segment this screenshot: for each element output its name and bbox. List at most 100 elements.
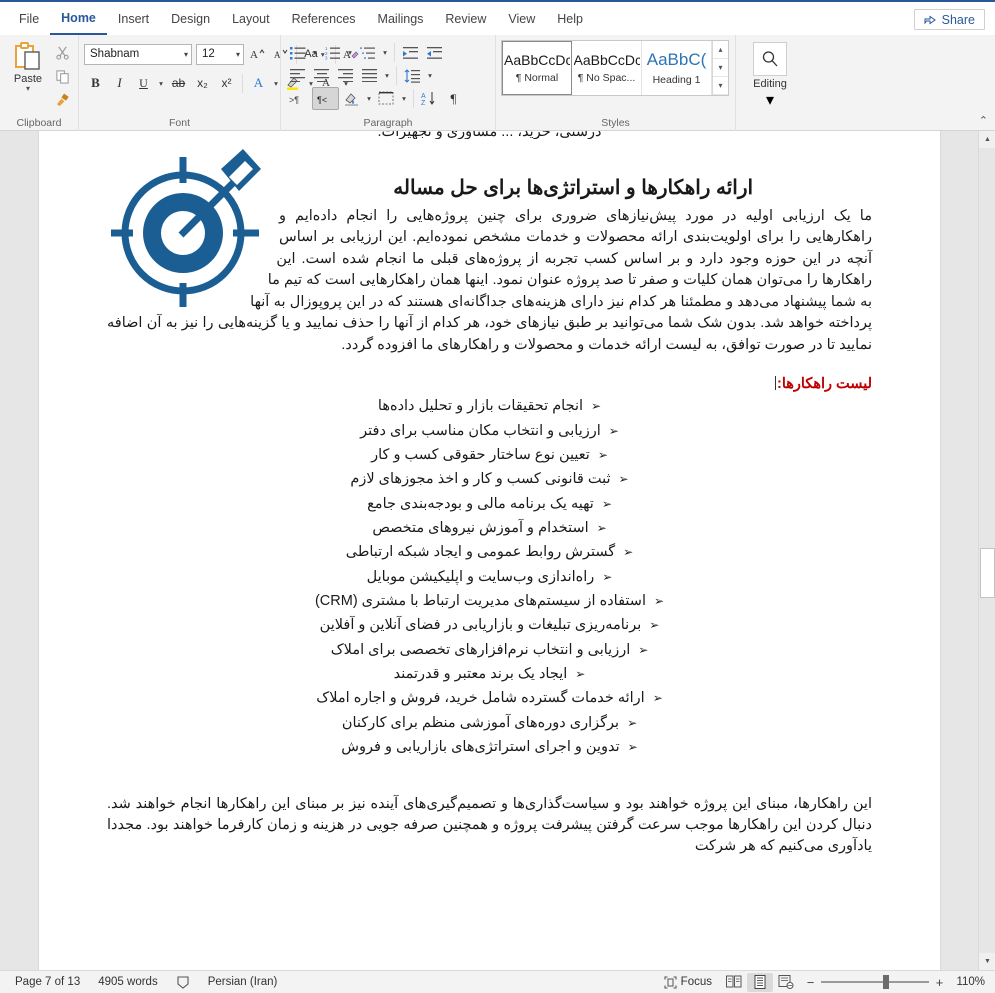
numbering-button[interactable]: 123 xyxy=(321,41,344,64)
bullet-icon: ➢ xyxy=(623,545,634,560)
cut-button[interactable] xyxy=(51,41,73,63)
collapse-ribbon-button[interactable]: ⌃ xyxy=(979,114,988,127)
format-painter-button[interactable] xyxy=(51,89,73,111)
zoom-slider[interactable]: − + xyxy=(799,975,951,990)
share-label: Share xyxy=(941,12,975,27)
tab-references[interactable]: References xyxy=(281,2,367,35)
zoom-thumb[interactable] xyxy=(883,975,889,989)
justify-button[interactable] xyxy=(358,64,381,87)
language-indicator[interactable]: Persian (Iran) xyxy=(199,976,287,988)
list-item: ➢ استفاده از سیستم‌های مدیریت ارتباط با م… xyxy=(107,589,872,613)
align-left-button[interactable] xyxy=(286,64,309,87)
bullet-icon: ➢ xyxy=(608,423,619,438)
svg-text:A: A xyxy=(421,93,426,100)
print-layout-button[interactable] xyxy=(747,972,773,992)
tab-layout[interactable]: Layout xyxy=(221,2,281,35)
read-mode-button[interactable] xyxy=(721,973,747,992)
style-heading-1[interactable]: AaBbC( Heading 1 xyxy=(642,41,712,95)
copy-button[interactable] xyxy=(51,65,73,87)
line-spacing-chevron-down-icon[interactable]: ▾ xyxy=(425,71,435,80)
styles-gallery: AaBbCcDc ¶ Normal AaBbCcDc ¶ No Spac... … xyxy=(501,40,729,96)
strikethrough-button[interactable]: ab xyxy=(167,72,190,95)
list-item: ➢ برگزاری دوره‌های آموزشی منظم برای کارکن… xyxy=(107,711,872,735)
styles-more-button[interactable]: ▾ xyxy=(713,77,728,95)
font-size-combobox[interactable]: 12 ▾ xyxy=(196,43,244,65)
show-formatting-marks-button[interactable]: ¶ xyxy=(442,87,465,110)
zoom-track[interactable] xyxy=(821,975,929,989)
editing-button[interactable]: Editing ▾ xyxy=(741,38,799,110)
text-effects-button[interactable]: A xyxy=(247,72,270,95)
borders-button[interactable] xyxy=(375,87,398,110)
page-indicator[interactable]: Page 7 of 13 xyxy=(6,976,89,988)
svg-text:Z: Z xyxy=(421,100,426,106)
scrollbar-thumb[interactable] xyxy=(980,548,995,598)
scrollbar-track[interactable] xyxy=(979,148,995,953)
subscript-label: x₂ xyxy=(197,76,208,90)
tab-file[interactable]: File xyxy=(8,2,50,35)
style-no-spacing[interactable]: AaBbCcDc ¶ No Spac... xyxy=(572,41,642,95)
increase-indent-button[interactable] xyxy=(423,41,446,64)
tab-home[interactable]: Home xyxy=(50,2,107,35)
web-layout-button[interactable] xyxy=(773,973,799,992)
styles-scroll-up-button[interactable]: ▴ xyxy=(713,41,728,59)
scroll-down-button[interactable]: ▼ xyxy=(979,953,995,970)
bullet-icon: ➢ xyxy=(627,740,638,755)
partial-top-line: درستی، خرید، ... مشاوری و تجهیزات. xyxy=(377,131,602,139)
borders-chevron-down-icon[interactable]: ▾ xyxy=(399,94,409,103)
list-item-text: استخدام و آموزش نیروهای متخصص xyxy=(372,519,589,536)
list-item-text: راه‌اندازی وب‌سایت و اپلیکیشن موبایل xyxy=(366,568,595,585)
vertical-scrollbar[interactable]: ▲ ▼ xyxy=(978,131,995,970)
chevron-down-icon[interactable]: ▾ xyxy=(26,85,30,93)
document-area[interactable]: درستی، خرید، ... مشاوری و تجهیزات. ارائه… xyxy=(0,131,995,970)
numbering-chevron-down-icon[interactable]: ▾ xyxy=(345,48,355,57)
list-item-text: ارائه خدمات گسترده شامل خرید، فروش و اجا… xyxy=(316,690,645,707)
bullets-chevron-down-icon[interactable]: ▾ xyxy=(310,48,320,57)
focus-button[interactable]: Focus xyxy=(655,975,721,989)
paste-button[interactable]: Paste ▾ xyxy=(5,38,51,93)
scroll-up-button[interactable]: ▲ xyxy=(979,131,995,148)
zoom-out-button[interactable]: − xyxy=(805,975,816,990)
font-name-combobox[interactable]: Shabnam ▾ xyxy=(84,43,192,65)
tab-insert[interactable]: Insert xyxy=(107,2,160,35)
line-spacing-button[interactable] xyxy=(401,64,424,87)
share-button[interactable]: Share xyxy=(913,9,985,30)
tab-review[interactable]: Review xyxy=(434,2,497,35)
multilevel-chevron-down-icon[interactable]: ▾ xyxy=(380,48,390,57)
grow-font-button[interactable]: A xyxy=(245,43,268,66)
tab-help[interactable]: Help xyxy=(546,2,594,35)
align-right-button[interactable] xyxy=(334,64,357,87)
tab-design[interactable]: Design xyxy=(160,2,221,35)
bullet-icon: ➢ xyxy=(638,642,649,657)
italic-button[interactable]: I xyxy=(108,72,131,95)
styles-scroll-down-button[interactable]: ▾ xyxy=(713,59,728,77)
shading-chevron-down-icon[interactable]: ▾ xyxy=(364,94,374,103)
rtl-text-direction-button[interactable]: ¶< xyxy=(312,87,339,110)
sort-button[interactable]: AZ xyxy=(418,87,441,110)
list-item-text: تهیه یک برنامه مالی و بودجه‌بندی جامع xyxy=(367,495,594,512)
chevron-down-icon[interactable]: ▾ xyxy=(766,90,774,110)
zoom-level[interactable]: 110% xyxy=(951,976,989,988)
shading-button[interactable] xyxy=(340,87,363,110)
justify-chevron-down-icon[interactable]: ▾ xyxy=(382,71,392,80)
bullets-button[interactable] xyxy=(286,41,309,64)
svg-text:3: 3 xyxy=(325,55,328,60)
list-item: ➢ راه‌اندازی وب‌سایت و اپلیکیشن موبایل xyxy=(107,565,872,589)
ltr-text-direction-button[interactable]: >¶ xyxy=(286,87,311,110)
tab-view[interactable]: View xyxy=(497,2,546,35)
subscript-button[interactable]: x₂ xyxy=(191,72,214,95)
underline-button[interactable]: U xyxy=(132,72,155,95)
document-page[interactable]: درستی، خرید، ... مشاوری و تجهیزات. ارائه… xyxy=(38,131,941,970)
ribbon-group-clipboard: Paste ▾ Clipboard xyxy=(0,35,78,131)
superscript-button[interactable]: x² xyxy=(215,72,238,95)
multilevel-list-button[interactable] xyxy=(356,41,379,64)
style-normal[interactable]: AaBbCcDc ¶ Normal xyxy=(502,41,572,95)
word-count[interactable]: 4905 words xyxy=(89,976,166,988)
decrease-indent-button[interactable] xyxy=(399,41,422,64)
zoom-in-button[interactable]: + xyxy=(934,975,945,990)
proofing-status[interactable] xyxy=(167,975,199,989)
ribbon-group-paragraph: ▾ 123 ▾ ▾ ▾ ▾ >¶ ¶< ▾ ▾ A Z ¶ Paragraph xyxy=(280,35,495,131)
bold-button[interactable]: B xyxy=(84,72,107,95)
align-center-button[interactable] xyxy=(310,64,333,87)
underline-chevron-down-icon[interactable]: ▾ xyxy=(156,79,166,88)
tab-mailings[interactable]: Mailings xyxy=(367,2,435,35)
